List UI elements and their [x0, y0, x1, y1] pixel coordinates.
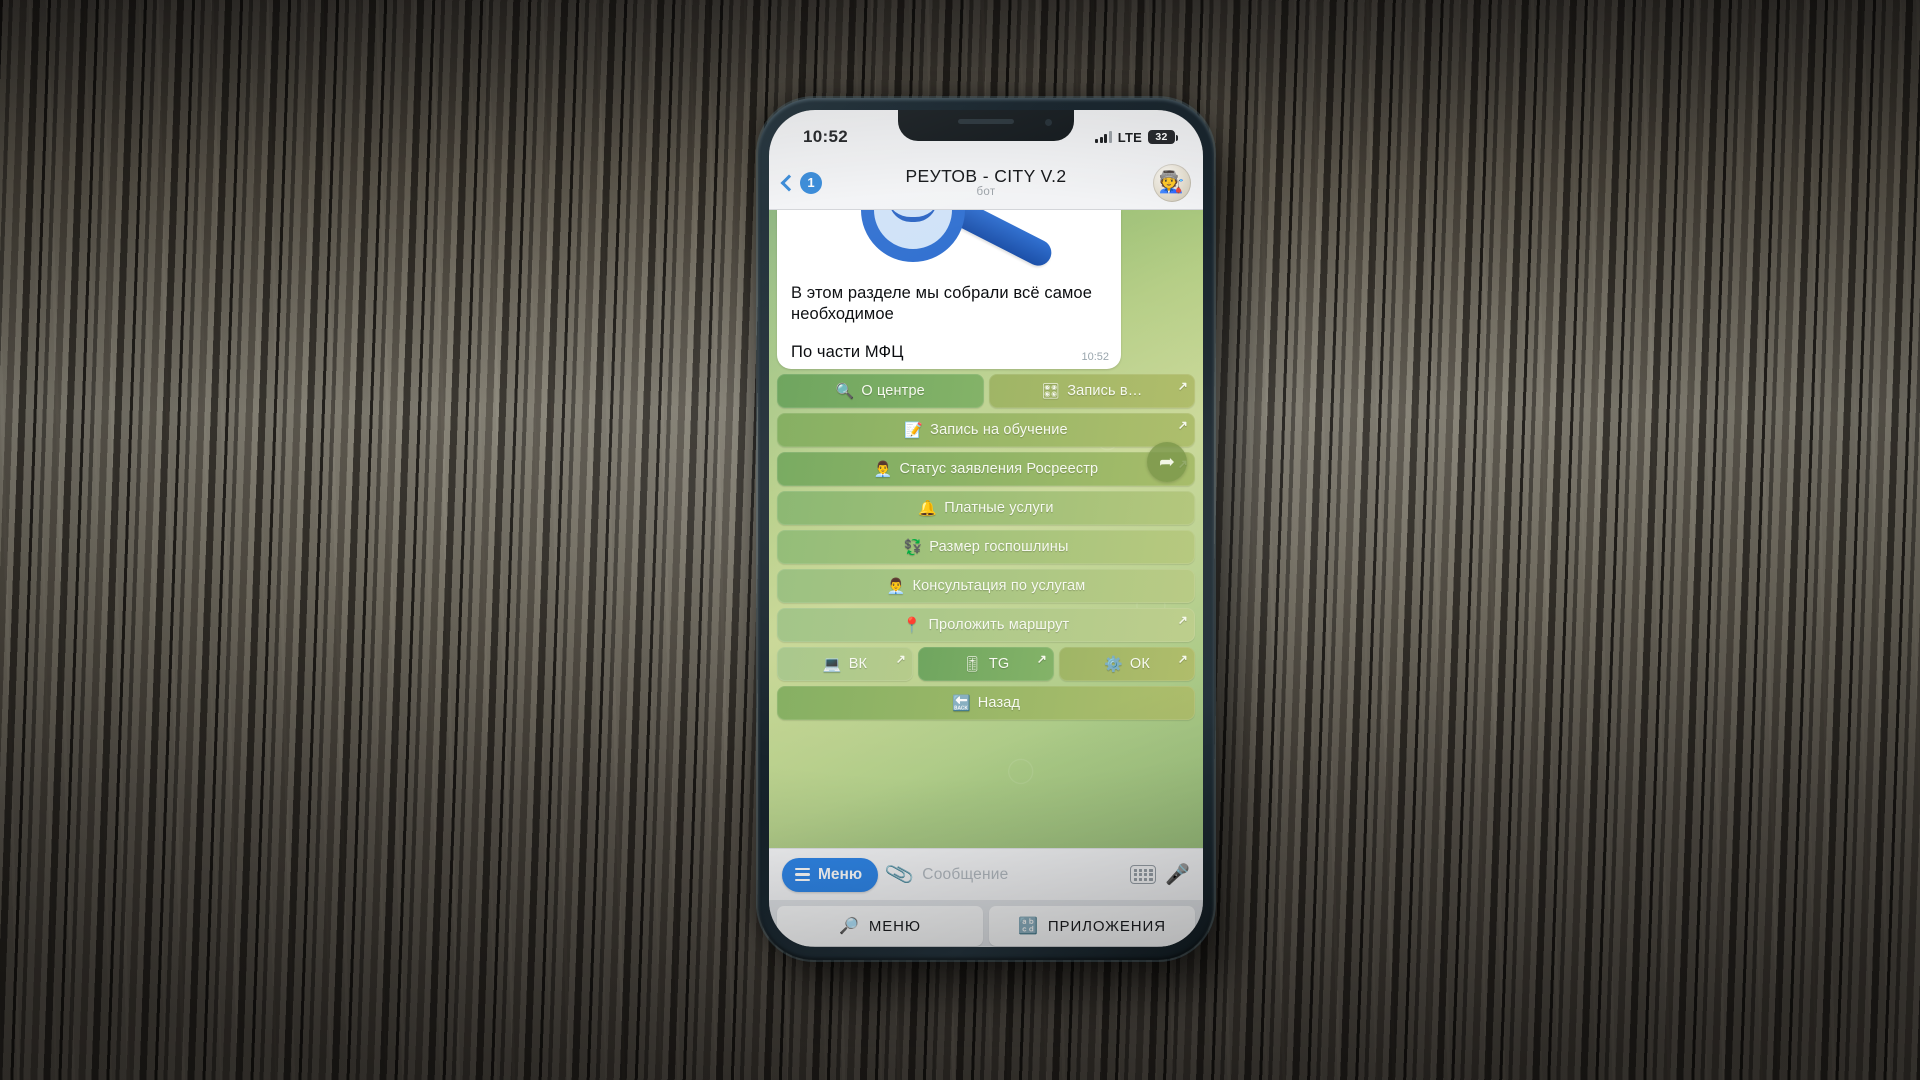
bot-avatar-icon[interactable]: 🧑‍🏭: [1153, 163, 1191, 202]
inline-button[interactable]: 👨‍💼Статус заявления Росреестр↗: [777, 452, 1195, 487]
external-link-icon: ↗: [1177, 652, 1188, 667]
currency-exchange-icon: 💱: [903, 538, 923, 556]
reply-keyboard-label: МЕНЮ: [868, 917, 921, 935]
memo-icon: 📝: [904, 421, 924, 439]
persistent-reply-keyboard: 🔎МЕНЮ🔡ПРИЛОЖЕНИЯ⚙️ИЗОБРЕТАРИУМ: [769, 900, 1203, 947]
phone-device: 10:52 LTE 32 1 РЕУТОВ - CITY V.2 бот: [758, 98, 1214, 960]
reply-keyboard-button[interactable]: 🔎 МЕНЮ: [777, 906, 983, 946]
inline-button-label: Запись в…: [1067, 383, 1143, 400]
message-illustration: [777, 210, 1121, 274]
inline-button[interactable]: 🎛 Запись в… ↗: [988, 374, 1195, 409]
officer-icon: 👨‍💼: [873, 460, 893, 478]
microphone-icon[interactable]: 🎤: [1165, 862, 1190, 887]
reply-keyboard-button[interactable]: 🔡 ПРИЛОЖЕНИЯ: [989, 906, 1195, 946]
inline-button-label: TG: [988, 656, 1010, 673]
inline-button[interactable]: ⚙️ ОК ↗: [1059, 647, 1195, 682]
photo-scene: 10:52 LTE 32 1 РЕУТОВ - CITY V.2 бот: [0, 0, 1920, 1080]
status-bar-time: 10:52: [803, 127, 848, 146]
chat-message-area: В этом разделе мы собрали всё самое необ…: [769, 210, 1203, 848]
reply-keyboard-row: 🔎 МЕНЮ 🔡 ПРИЛОЖЕНИЯ: [777, 906, 1195, 946]
inline-button[interactable]: 💱 Размер госпошлины: [777, 530, 1195, 565]
message-input[interactable]: Сообщение: [922, 859, 1121, 891]
chat-title-block: РЕУТОВ - CITY V.2 бот: [769, 165, 1203, 199]
unread-count-badge: 1: [800, 171, 822, 194]
message-input-bar: Меню 📎 Сообщение 🎤: [769, 848, 1203, 900]
bot-menu-label: Меню: [818, 865, 863, 883]
inline-button-label: Назад: [977, 695, 1021, 712]
search-icon: 🔎: [839, 918, 860, 935]
paperclip-icon[interactable]: 📎: [884, 859, 917, 890]
front-camera: [1045, 119, 1052, 126]
inline-button[interactable]: 👨‍💼 Консультация по услугам: [777, 569, 1195, 604]
inline-keyboard-row: 📝 Запись на обучение ↗: [777, 413, 1195, 448]
inline-button[interactable]: 📝 Запись на обучение ↗: [777, 413, 1195, 448]
signal-bars-icon: [1095, 131, 1112, 143]
bell-icon: 🔔: [918, 499, 938, 517]
slider-icon: 🎚: [962, 655, 982, 673]
earpiece-speaker: [958, 119, 1014, 124]
inline-keyboard-row: 👨‍💼Статус заявления Росреестр↗: [777, 452, 1195, 487]
gear-icon: ⚙️: [1104, 655, 1123, 673]
inline-button-label: Консультация по услугам: [912, 578, 1086, 595]
hamburger-icon: [795, 868, 810, 881]
map-pin-icon: 📍: [902, 616, 922, 634]
external-link-icon: ↗: [1177, 418, 1188, 433]
panel-icon: 🎛: [1041, 382, 1061, 400]
laptop-icon: 💻: [822, 655, 842, 673]
inline-button-label: Размер госпошлины: [929, 539, 1069, 556]
inline-button[interactable]: 🔔 Платные услуги: [777, 491, 1195, 526]
bot-menu-button[interactable]: Меню: [782, 857, 879, 892]
inline-button-label: Проложить маршрут: [928, 617, 1070, 634]
reply-keyboard-label: ПРИЛОЖЕНИЯ: [1047, 917, 1166, 935]
apps-icon: 🔡: [1018, 918, 1039, 935]
inline-button[interactable]: 📍 Проложить маршрут ↗: [777, 608, 1195, 643]
external-link-icon: ↗: [895, 652, 906, 667]
keyboard-icon[interactable]: [1130, 865, 1157, 884]
chat-subtitle: бот: [976, 186, 996, 199]
inline-button-label: Запись на обучение: [930, 422, 1068, 439]
display-notch: [898, 110, 1074, 141]
inline-button-label: Платные услуги: [944, 500, 1054, 517]
inline-button[interactable]: 🔍 О центре: [777, 374, 984, 409]
inline-keyboard-row: 🔔 Платные услуги: [777, 491, 1195, 526]
inline-button-label: ОК: [1129, 656, 1150, 673]
inline-button[interactable]: 💻 ВК ↗: [777, 647, 913, 682]
phone-screen: 10:52 LTE 32 1 РЕУТОВ - CITY V.2 бот: [769, 110, 1203, 947]
back-button[interactable]: 1: [780, 171, 822, 194]
chevron-left-icon: [780, 174, 798, 191]
status-bar: 10:52 LTE 32: [769, 110, 1203, 156]
chat-header: 1 РЕУТОВ - CITY V.2 бот 🧑‍🏭: [769, 156, 1203, 210]
inline-keyboard-row: 🔙 Назад: [777, 686, 1195, 721]
inline-button[interactable]: 🎚 TG ↗: [918, 647, 1054, 682]
bot-message-bubble: В этом разделе мы собрали всё самое необ…: [777, 210, 1121, 370]
status-bar-indicators: LTE 32: [1095, 129, 1178, 145]
inline-button[interactable]: 🔙 Назад: [777, 686, 1195, 721]
inline-keyboard-row: 💱 Размер госпошлины: [777, 530, 1195, 565]
forward-arrow-icon: ➦: [1159, 451, 1175, 473]
battery-indicator: 32: [1148, 130, 1178, 144]
back-arrow-icon: 🔙: [951, 694, 971, 712]
inline-keyboard-row: 👨‍💼 Консультация по услугам: [777, 569, 1195, 604]
magnifier-icon: 🔍: [835, 382, 855, 400]
chat-title: РЕУТОВ - CITY V.2: [905, 165, 1067, 186]
network-type-label: LTE: [1117, 129, 1142, 145]
external-link-icon: ↗: [1177, 379, 1188, 394]
avatar-glyph: 🧑‍🏭: [1158, 171, 1186, 194]
consultant-icon: 👨‍💼: [886, 577, 906, 595]
inline-keyboard-row: 🔍 О центре 🎛 Запись в… ↗: [777, 374, 1195, 409]
message-line-1: В этом разделе мы собрали всё самое необ…: [791, 284, 1092, 324]
external-link-icon: ↗: [1036, 652, 1047, 667]
inline-keyboard: 🔍 О центре 🎛 Запись в… ↗ 📝 Запись на обучение ↗…: [777, 374, 1195, 721]
inline-keyboard-row: 📍 Проложить маршрут ↗: [777, 608, 1195, 643]
inline-button-label: ВК: [848, 656, 868, 673]
external-link-icon: ↗: [1177, 613, 1188, 628]
inline-button-label: Статус заявления Росреестр: [899, 461, 1099, 478]
inline-button-label: О центре: [861, 383, 925, 400]
forward-message-button[interactable]: ➦: [1147, 442, 1187, 482]
inline-keyboard-row: 💻 ВК ↗ 🎚 TG ↗ ⚙️ ОК ↗: [777, 647, 1195, 682]
